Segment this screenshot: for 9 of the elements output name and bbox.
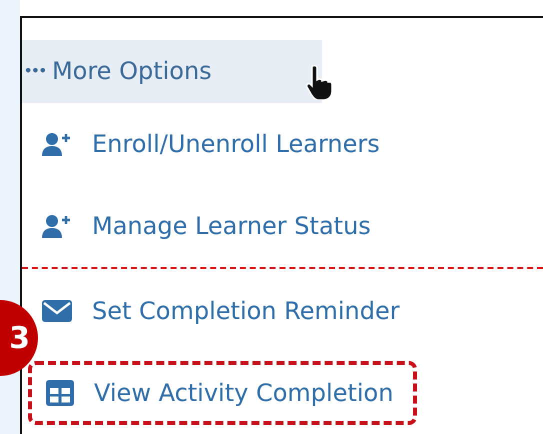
user-add-icon <box>42 132 72 156</box>
table-icon <box>46 380 74 406</box>
hand-cursor-icon <box>306 64 332 100</box>
menu-item[interactable]: View Activity Completion <box>28 360 418 425</box>
menu-item[interactable]: Manage Learner Status <box>42 212 371 240</box>
menu-item[interactable]: Set Completion Reminder <box>42 296 400 324</box>
user-add-icon <box>42 214 72 238</box>
menu-item[interactable]: Enroll/Unenroll Learners <box>42 130 380 158</box>
mail-icon <box>42 300 72 322</box>
